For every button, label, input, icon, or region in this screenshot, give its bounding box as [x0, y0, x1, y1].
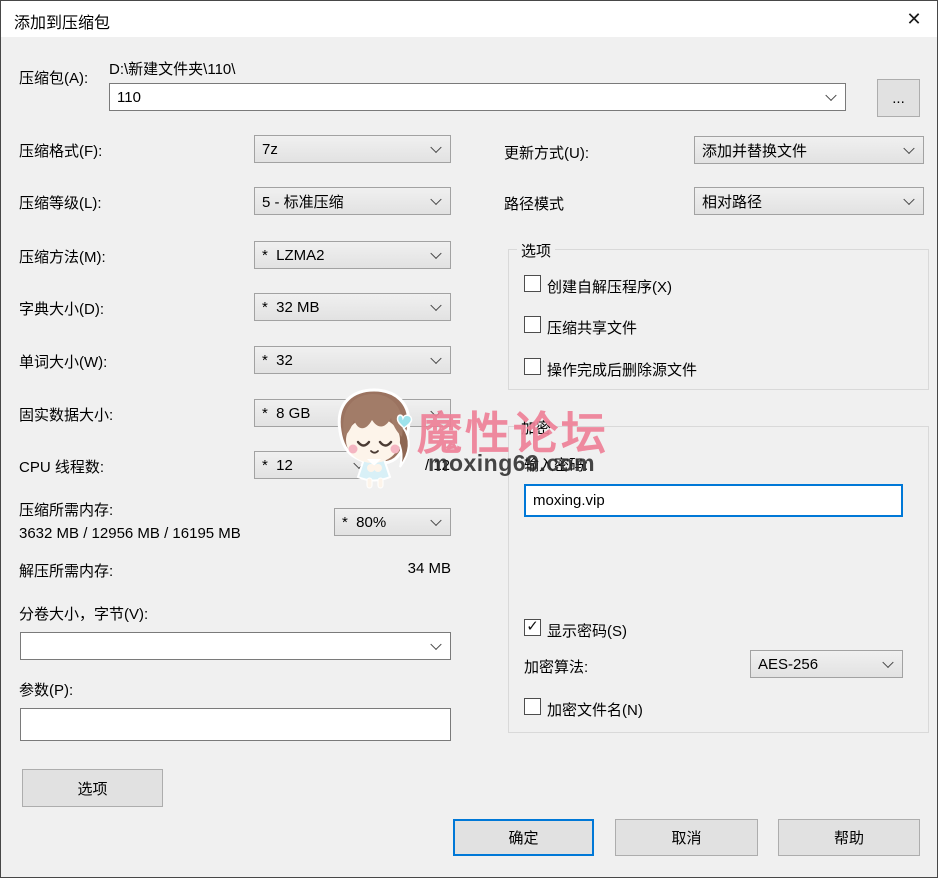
encrypt-names-label: 加密文件名(N)	[547, 699, 643, 720]
parameters-input[interactable]	[20, 708, 451, 741]
cpu-threads-value: * 12	[262, 457, 293, 474]
chevron-down-icon	[430, 194, 441, 205]
password-input[interactable]	[524, 484, 903, 517]
chevron-down-icon	[903, 194, 914, 205]
word-size-combobox[interactable]: * 32	[254, 346, 451, 374]
update-mode-value: 添加并替换文件	[702, 140, 807, 161]
dictionary-value: * 32 MB	[262, 299, 320, 316]
watermark-girl-sticker	[321, 385, 431, 491]
solid-size-label: 固实数据大小:	[19, 404, 113, 425]
dictionary-combobox[interactable]: * 32 MB	[254, 293, 451, 321]
show-password-checkbox[interactable]: ✓	[524, 619, 541, 636]
browse-button[interactable]: ...	[877, 79, 920, 117]
memory-usage-combobox[interactable]: * 80%	[334, 508, 451, 536]
level-combobox[interactable]: 5 - 标准压缩	[254, 187, 451, 215]
chevron-down-icon	[825, 90, 836, 101]
watermark-url: moxing69.com	[428, 450, 595, 477]
chevron-down-icon	[430, 300, 441, 311]
chevron-down-icon	[882, 657, 893, 668]
encryption-method-combobox[interactable]: AES-256	[750, 650, 903, 678]
chevron-down-icon	[430, 515, 441, 526]
format-value: 7z	[262, 141, 278, 158]
options-button[interactable]: 选项	[22, 769, 163, 807]
volume-size-label: 分卷大小，字节(V):	[19, 603, 148, 624]
compress-shared-label: 压缩共享文件	[547, 317, 637, 338]
solid-size-value: * 8 GB	[262, 405, 310, 422]
chevron-down-icon	[430, 639, 441, 650]
compress-shared-checkbox[interactable]	[524, 316, 541, 333]
archive-name-value: 110	[117, 89, 141, 106]
parameters-label: 参数(P):	[19, 679, 73, 700]
encryption-method-value: AES-256	[758, 656, 818, 673]
format-combobox[interactable]: 7z	[254, 135, 451, 163]
chevron-down-icon	[430, 142, 441, 153]
dictionary-label: 字典大小(D):	[19, 298, 104, 319]
memory-usage-value: * 80%	[342, 514, 386, 531]
archive-label: 压缩包(A):	[19, 67, 88, 88]
dialog-title: 添加到压缩包	[14, 9, 110, 33]
help-button[interactable]: 帮助	[778, 819, 920, 856]
compress-memory-values: 3632 MB / 12956 MB / 16195 MB	[19, 525, 241, 542]
title-bar: 添加到压缩包 ✕	[1, 1, 937, 37]
chevron-down-icon	[903, 143, 914, 154]
archive-name-combobox[interactable]: 110	[109, 83, 846, 111]
update-mode-label: 更新方式(U):	[504, 142, 589, 163]
close-icon[interactable]: ✕	[899, 5, 929, 33]
level-value: 5 - 标准压缩	[262, 191, 344, 212]
cpu-threads-label: CPU 线程数:	[19, 456, 104, 477]
decompress-memory-value: 34 MB	[394, 560, 451, 577]
create-sfx-label: 创建自解压程序(X)	[547, 276, 672, 297]
path-mode-label: 路径模式	[504, 193, 564, 214]
show-password-label: 显示密码(S)	[547, 620, 627, 641]
word-size-label: 单词大小(W):	[19, 351, 107, 372]
encrypt-names-checkbox[interactable]	[524, 698, 541, 715]
delete-after-label: 操作完成后删除源文件	[547, 359, 697, 380]
path-mode-combobox[interactable]: 相对路径	[694, 187, 924, 215]
method-value: * LZMA2	[262, 247, 325, 264]
level-label: 压缩等级(L):	[19, 192, 102, 213]
method-label: 压缩方法(M):	[19, 246, 106, 267]
delete-after-checkbox[interactable]	[524, 358, 541, 375]
archive-path: D:\新建文件夹\110\	[109, 58, 235, 79]
create-sfx-checkbox[interactable]	[524, 275, 541, 292]
cancel-button[interactable]: 取消	[615, 819, 758, 856]
format-label: 压缩格式(F):	[19, 140, 102, 161]
method-combobox[interactable]: * LZMA2	[254, 241, 451, 269]
volume-size-combobox[interactable]	[20, 632, 451, 660]
checkmark-icon: ✓	[526, 618, 539, 635]
ok-button[interactable]: 确定	[453, 819, 594, 856]
options-group-title: 选项	[517, 240, 555, 261]
decompress-memory-label: 解压所需内存:	[19, 560, 113, 581]
chevron-down-icon	[430, 248, 441, 259]
update-mode-combobox[interactable]: 添加并替换文件	[694, 136, 924, 164]
word-size-value: * 32	[262, 352, 293, 369]
path-mode-value: 相对路径	[702, 191, 762, 212]
add-to-archive-dialog: 添加到压缩包 ✕ 压缩包(A): D:\新建文件夹\110\ 110 ... 压…	[0, 0, 938, 878]
chevron-down-icon	[430, 353, 441, 364]
encryption-method-label: 加密算法:	[524, 656, 588, 677]
compress-memory-label: 压缩所需内存:	[19, 499, 113, 520]
